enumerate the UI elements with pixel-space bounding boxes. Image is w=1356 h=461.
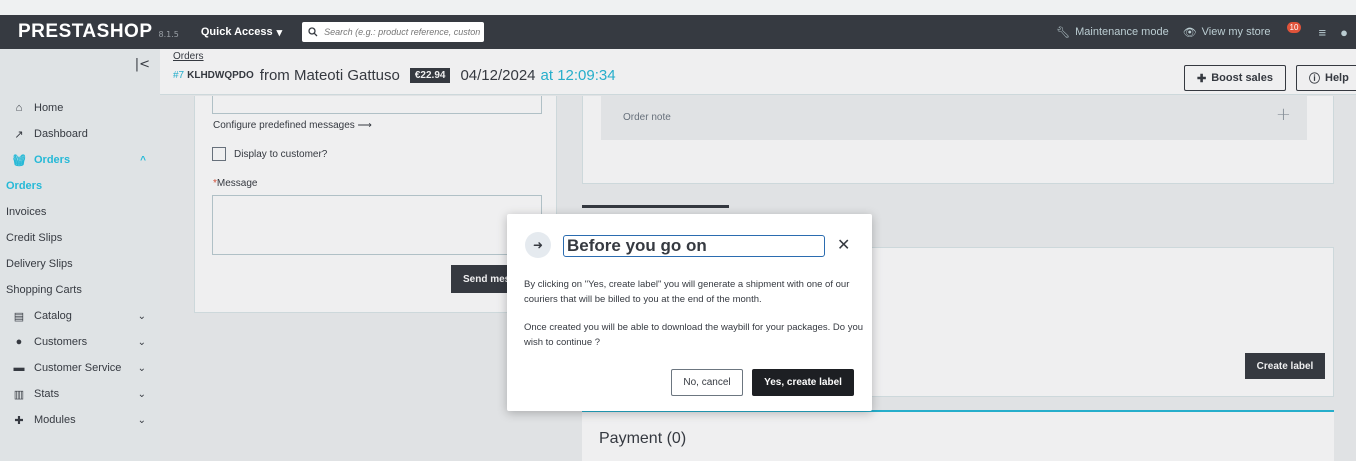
sidebar-item-label: Dashboard — [34, 128, 88, 140]
sidebar-item-orders[interactable]: 🧺︎ Orders ^ — [0, 147, 160, 173]
sidebar-subitem-invoices[interactable]: Invoices — [0, 199, 160, 225]
sidebar-item-label: Customers — [34, 336, 88, 348]
close-icon[interactable]: ✕ — [837, 235, 850, 254]
version-label: 8.1.5 — [158, 29, 179, 39]
chevron-down-icon: ⌄ — [137, 362, 146, 374]
wrench-icon: 🔧︎ — [1056, 26, 1071, 39]
search-icon — [308, 27, 318, 37]
basket-icon: 🧺︎ — [12, 154, 26, 167]
sidebar-item-catalog[interactable]: ▤ Catalog ⌄ — [0, 303, 160, 329]
puzzle-icon: ✚ — [14, 414, 24, 427]
cancel-button[interactable]: No, cancel — [671, 369, 743, 396]
sidebar-subitem-shopping-carts[interactable]: Shopping Carts — [0, 277, 160, 303]
caret-down-icon: ▾ — [276, 26, 283, 39]
sidebar-item-modules[interactable]: ✚ Modules ⌄ — [0, 407, 160, 433]
confirm-create-label-button[interactable]: Yes, create label — [752, 369, 854, 396]
account-icon[interactable]: ● — [1340, 25, 1348, 40]
chat-icon: ▬ — [13, 362, 25, 374]
top-bar: PRESTASHOP 8.1.5 Quick Access ▾ 🔧︎ Maint… — [0, 15, 1356, 49]
eye-icon: 👁︎ — [1182, 26, 1197, 39]
sidebar-item-home[interactable]: ⌂ Home — [0, 95, 160, 121]
search-box[interactable] — [302, 22, 485, 42]
trending-icon: ↗ — [14, 128, 24, 141]
sidebar-item-customers[interactable]: ● Customers ⌄ — [0, 329, 160, 355]
notifications-button[interactable]: 10 — [1285, 22, 1305, 42]
quick-access-button[interactable]: Quick Access ▾ — [201, 26, 282, 39]
sidebar-item-stats[interactable]: ▥ Stats ⌄ — [0, 381, 160, 407]
chart-icon: ▥ — [13, 388, 25, 401]
chevron-down-icon: ⌄ — [137, 336, 146, 348]
chevron-down-icon: ⌄ — [137, 414, 146, 426]
account-circle-icon: ● — [15, 336, 23, 348]
view-store-link[interactable]: 👁︎ View my store — [1183, 26, 1271, 39]
sidebar-item-label: Modules — [34, 414, 76, 426]
sidebar-item-label: Home — [34, 102, 64, 114]
sidebar-item-label: Stats — [34, 388, 60, 400]
sidebar-item-label: Catalog — [34, 310, 72, 322]
sidebar-item-dashboard[interactable]: ↗ Dashboard — [0, 121, 160, 147]
truck-icon: ➜ — [525, 232, 551, 258]
chevron-down-icon: ⌄ — [137, 388, 146, 400]
view-store-label: View my store — [1201, 26, 1271, 38]
sidebar: |< ⌂ Home ↗ Dashboard 🧺︎ Orders ^ Orders Inv… — [0, 49, 160, 461]
store-icon: ▤ — [13, 310, 25, 323]
home-icon: ⌂ — [15, 102, 23, 114]
sidebar-item-label: Customer Service — [34, 362, 122, 374]
sidebar-item-label: Orders — [34, 154, 71, 166]
chevron-down-icon: ⌄ — [137, 310, 146, 322]
modal-paragraph-1: By clicking on "Yes, create label" you w… — [524, 279, 850, 305]
sidebar-subitem-orders[interactable]: Orders — [0, 173, 160, 199]
notification-badge: 10 — [1286, 22, 1302, 33]
modal-paragraph-2: Once created you will be able to downloa… — [524, 322, 864, 348]
maintenance-label: Maintenance mode — [1075, 26, 1169, 38]
sidebar-item-customer-service[interactable]: ▬ Customer Service ⌄ — [0, 355, 160, 381]
prestashop-logo[interactable]: PRESTASHOP — [18, 21, 153, 43]
sidebar-subitem-delivery-slips[interactable]: Delivery Slips — [0, 251, 160, 277]
quick-access-label: Quick Access — [200, 26, 273, 38]
maintenance-mode-link[interactable]: 🔧︎ Maintenance mode — [1056, 26, 1169, 39]
menu-icon[interactable]: ≡ — [1319, 25, 1327, 40]
search-input[interactable] — [324, 27, 485, 37]
collapse-sidebar-icon[interactable]: |< — [135, 57, 150, 72]
confirm-modal: ➜ Before you go on ✕ By clicking on "Yes… — [507, 214, 872, 411]
modal-title: Before you go on — [563, 235, 825, 257]
chevron-up-icon: ^ — [140, 154, 146, 166]
sidebar-subitem-credit-slips[interactable]: Credit Slips — [0, 225, 160, 251]
